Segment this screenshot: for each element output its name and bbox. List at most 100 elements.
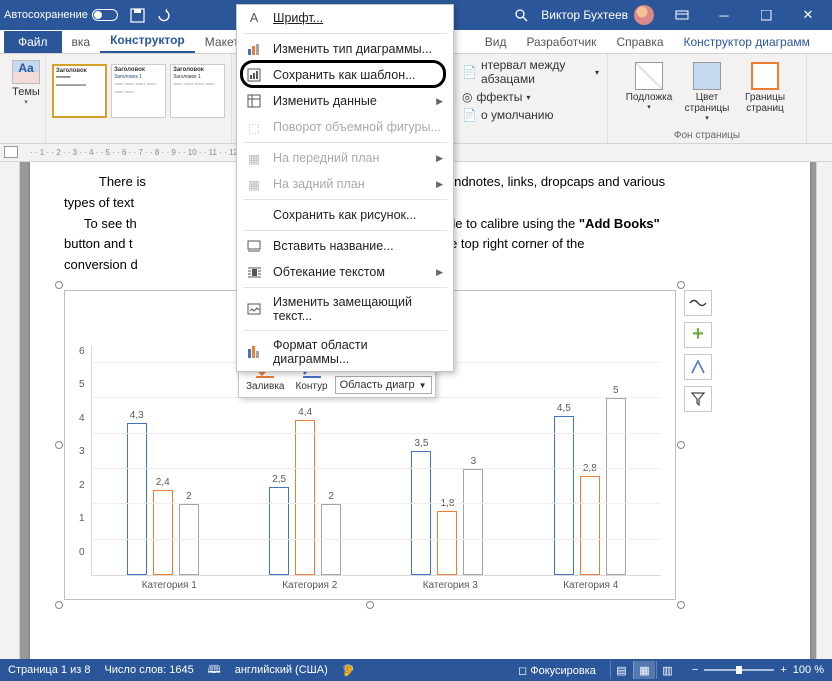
category-group: 3,5 1,8 3 [411,451,483,575]
view-buttons: ▤ ▦ ▥ [610,661,678,679]
bar[interactable]: 5 [606,398,626,575]
zoom-level[interactable]: 100 % [793,664,824,676]
tab-developer[interactable]: Разработчик [516,31,606,53]
web-layout-button[interactable]: ▥ [656,661,678,679]
spell-check-icon[interactable]: 🕮 [208,661,221,680]
cm-insert-caption[interactable]: Вставить название... [237,233,453,259]
context-menu: AШрифт... Изменить тип диаграммы... Сохр… [236,4,454,372]
data-label: 4,4 [298,407,312,418]
tab-chart-design[interactable]: Конструктор диаграмм [674,31,820,53]
resize-handle[interactable] [55,601,63,609]
document-formatting-gallery[interactable]: Заголовок━━━━▬▬▬▬▬ ЗаголовокЗаголовок 1т… [48,60,229,122]
style-thumb[interactable]: ЗаголовокЗаголовок 1текст текст текст те… [170,64,225,118]
language-indicator[interactable]: английский (США) [235,664,328,676]
chart-filters-button[interactable] [684,386,712,412]
accessibility-icon[interactable]: 🦻 [342,664,356,677]
bar[interactable]: 1,8 [437,511,457,575]
x-tick-label[interactable]: Категория 2 [282,580,337,591]
y-axis[interactable]: 6543210 [79,346,91,576]
data-label: 4,5 [557,403,571,414]
tab-view[interactable]: Вид [475,31,517,53]
cm-save-as-template[interactable]: Сохранить как шаблон... [237,62,453,88]
category-group: 4,5 2,8 5 [554,398,626,575]
tab-design[interactable]: Конструктор [100,29,195,53]
quick-access-toolbar [130,7,172,23]
caption-icon [245,238,263,254]
bar[interactable]: 2 [321,504,341,575]
close-button[interactable]: ✕ [788,0,828,30]
page-color-button[interactable]: Цвет страницы▾ [680,62,734,122]
search-icon[interactable] [513,7,529,23]
ribbon-mode-icon[interactable] [662,0,702,30]
bar[interactable]: 2 [179,504,199,575]
resize-handle[interactable] [55,281,63,289]
undo-icon[interactable] [156,7,172,23]
resize-handle[interactable] [677,601,685,609]
send-back-icon: ▦ [245,176,263,192]
print-layout-button[interactable]: ▦ [633,661,655,679]
resize-handle[interactable] [366,601,374,609]
chart-styles-button[interactable] [684,354,712,380]
page-borders-button[interactable]: Границы страниц [738,62,792,122]
bar[interactable]: 3,5 [411,451,431,575]
zoom-out-button[interactable]: − [692,664,698,676]
x-tick-label[interactable]: Категория 4 [563,580,618,591]
chevron-right-icon: ▶ [436,153,443,164]
read-mode-button[interactable]: ▤ [610,661,632,679]
word-count[interactable]: Число слов: 1645 [104,664,193,676]
focus-mode[interactable]: ◻ Фокусировка [518,664,596,677]
set-default-button[interactable]: 📄о умолчанию [462,108,599,122]
bar[interactable]: 3 [463,469,483,575]
bar[interactable]: 4,4 [295,420,315,575]
vertical-ruler[interactable] [0,162,20,659]
blank-icon [245,207,263,223]
bar[interactable]: 4,5 [554,416,574,575]
cm-save-as-picture[interactable]: Сохранить как рисунок... [237,202,453,228]
chart-elements-button[interactable]: + [684,322,712,348]
autosave-toggle[interactable]: Автосохранение [4,9,118,21]
vertical-scrollbar[interactable] [816,162,832,659]
bring-front-icon: ▦ [245,150,263,166]
resize-handle[interactable] [677,441,685,449]
switch-icon [92,9,118,21]
bar[interactable]: 2,8 [580,476,600,575]
watermark-button[interactable]: Подложка▾ [622,62,676,122]
cm-format-chart-area[interactable]: Формат области диаграммы... [237,333,453,371]
tab-selector[interactable] [4,146,18,158]
style-thumb[interactable]: Заголовок━━━━▬▬▬▬▬ [52,64,107,118]
zoom-slider[interactable]: − + 100 % [692,664,824,676]
cm-edit-data[interactable]: Изменить данные▶ [237,88,453,114]
page-indicator[interactable]: Страница 1 из 8 [8,664,90,676]
chart-element-combo[interactable]: Область диагр▼ [335,376,432,394]
resize-handle[interactable] [55,441,63,449]
resize-handle[interactable] [677,281,685,289]
tab-help[interactable]: Справка [606,31,673,53]
save-icon[interactable] [130,7,146,23]
paragraph-spacing-button[interactable]: 📄нтервал между абзацами▾ [462,58,599,86]
minimize-button[interactable]: ─ [704,0,744,30]
effects-button[interactable]: ◎ффекты▾ [462,90,599,104]
autosave-label: Автосохранение [4,9,88,21]
x-tick-label[interactable]: Категория 1 [142,580,197,591]
layout-options-button[interactable] [684,290,712,316]
zoom-in-button[interactable]: + [780,664,786,676]
cm-wrap-text[interactable]: Обтекание текстом▶ [237,259,453,285]
maximize-button[interactable] [746,0,786,30]
user-account[interactable]: Виктор Бухтеев [541,5,654,25]
cm-edit-alt-text[interactable]: Изменить замещающий текст... [237,290,453,328]
bar[interactable]: 4,3 [127,423,147,575]
x-axis[interactable]: Категория 1 Категория 2 Категория 3 Категор… [79,580,661,591]
themes-button[interactable]: Aa Темы ▾ [6,58,46,106]
cm-change-chart-type[interactable]: Изменить тип диаграммы... [237,36,453,62]
style-thumb[interactable]: ЗаголовокЗаголовок 1текст текст текст те… [111,64,166,118]
data-label: 2 [328,491,334,502]
cm-font[interactable]: AШрифт... [237,5,453,31]
page-borders-icon [751,62,779,90]
x-tick-label[interactable]: Категория 3 [423,580,478,591]
bar[interactable]: 2,5 [269,487,289,575]
font-icon: A [245,10,263,26]
data-label: 3 [471,456,477,467]
tab-file[interactable]: Файл [4,31,62,53]
data-label: 2 [186,491,192,502]
tab-home[interactable]: вка [62,31,101,53]
